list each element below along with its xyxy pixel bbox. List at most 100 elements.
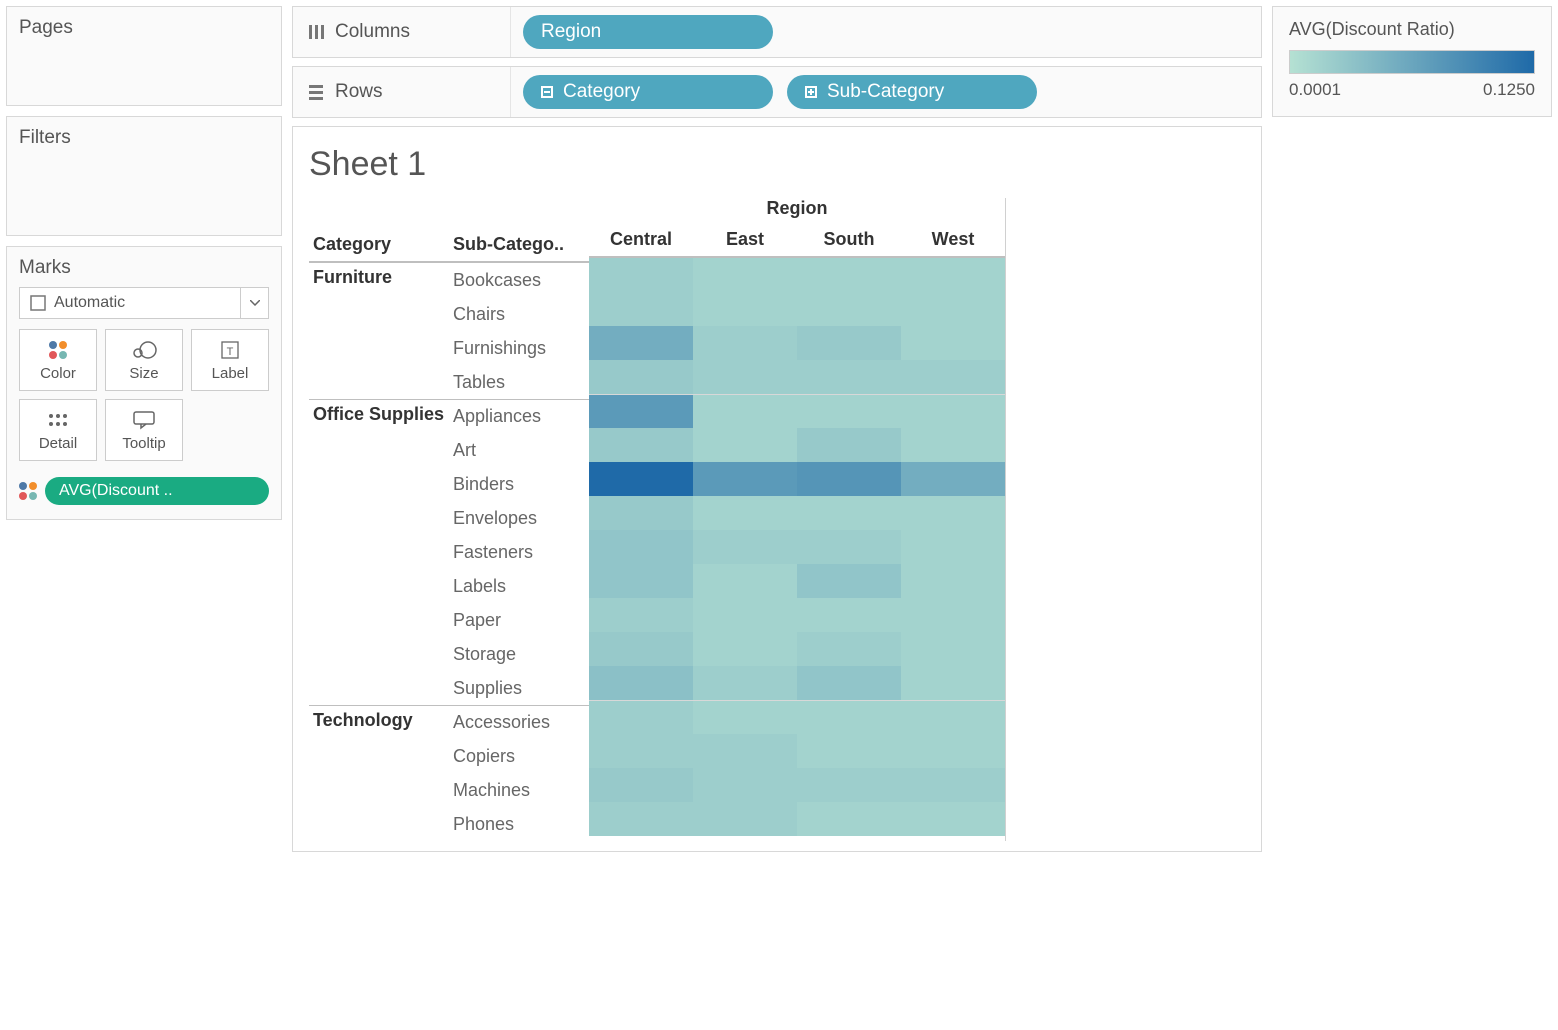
heat-cell[interactable]	[589, 632, 693, 666]
heat-cell[interactable]	[589, 700, 693, 734]
heat-cell[interactable]	[901, 292, 1005, 326]
category-label	[309, 535, 449, 569]
heat-cell[interactable]	[693, 462, 797, 496]
heat-cell[interactable]	[693, 564, 797, 598]
heat-cell[interactable]	[901, 598, 1005, 632]
mark-type-label: Automatic	[54, 294, 125, 312]
column-pill-region[interactable]: Region	[523, 15, 773, 49]
heat-cell[interactable]	[901, 530, 1005, 564]
heat-cell[interactable]	[693, 802, 797, 836]
heat-cell[interactable]	[797, 564, 901, 598]
heat-cell[interactable]	[693, 530, 797, 564]
marks-color-button[interactable]: Color	[19, 329, 97, 391]
heat-cell[interactable]	[693, 666, 797, 700]
heat-cell[interactable]	[797, 734, 901, 768]
category-label	[309, 637, 449, 671]
heat-cell[interactable]	[589, 292, 693, 326]
heat-cell[interactable]	[589, 496, 693, 530]
pages-shelf[interactable]: Pages	[6, 6, 282, 106]
heat-cell[interactable]	[589, 768, 693, 802]
heat-cell[interactable]	[589, 394, 693, 428]
rows-label: Rows	[335, 81, 383, 103]
heat-cell[interactable]	[797, 530, 901, 564]
heat-cell[interactable]	[693, 258, 797, 292]
heat-cell[interactable]	[589, 802, 693, 836]
region-column-central: Central	[589, 223, 693, 258]
heat-cell[interactable]	[901, 666, 1005, 700]
heat-cell[interactable]	[589, 326, 693, 360]
collapse-icon[interactable]	[541, 86, 553, 98]
heat-cell[interactable]	[589, 258, 693, 292]
heat-cell[interactable]	[797, 428, 901, 462]
heat-cell[interactable]	[901, 360, 1005, 394]
heat-cell[interactable]	[901, 496, 1005, 530]
color-legend[interactable]: AVG(Discount Ratio) 0.0001 0.1250	[1272, 6, 1552, 117]
category-label	[309, 433, 449, 467]
filters-shelf[interactable]: Filters	[6, 116, 282, 236]
heat-cell[interactable]	[901, 768, 1005, 802]
heat-cell[interactable]	[589, 360, 693, 394]
heat-cell[interactable]	[589, 462, 693, 496]
heat-cell[interactable]	[693, 734, 797, 768]
columns-shelf[interactable]: Columns Region	[292, 6, 1262, 58]
category-label: Office Supplies	[309, 399, 449, 433]
heat-cell[interactable]	[589, 598, 693, 632]
heat-cell[interactable]	[901, 462, 1005, 496]
expand-icon[interactable]	[805, 86, 817, 98]
heat-cell[interactable]	[901, 326, 1005, 360]
heat-cell[interactable]	[797, 598, 901, 632]
row-pill-category[interactable]: Category	[523, 75, 773, 109]
heat-cell[interactable]	[901, 802, 1005, 836]
heat-cell[interactable]	[797, 326, 901, 360]
heat-cell[interactable]	[693, 496, 797, 530]
marks-size-button[interactable]: Size	[105, 329, 183, 391]
heat-cell[interactable]	[901, 734, 1005, 768]
heat-cell[interactable]	[589, 564, 693, 598]
heat-cell[interactable]	[693, 360, 797, 394]
heat-cell[interactable]	[901, 564, 1005, 598]
heat-cell[interactable]	[797, 700, 901, 734]
heat-cell[interactable]	[797, 258, 901, 292]
heat-cell[interactable]	[901, 700, 1005, 734]
heat-cell[interactable]	[901, 258, 1005, 292]
category-label	[309, 671, 449, 705]
subcategory-label: Bookcases	[449, 263, 589, 297]
color-encoding-pill[interactable]: AVG(Discount ..	[45, 477, 269, 505]
heat-cell[interactable]	[693, 292, 797, 326]
heat-cell[interactable]	[589, 734, 693, 768]
marks-detail-button[interactable]: Detail	[19, 399, 97, 461]
heat-cell[interactable]	[693, 598, 797, 632]
mark-type-dropdown[interactable]: Automatic	[19, 287, 269, 319]
columns-icon	[307, 23, 325, 41]
row-pill-sub-category[interactable]: Sub-Category	[787, 75, 1037, 109]
heat-cell[interactable]	[797, 496, 901, 530]
marks-label-button[interactable]: T Label	[191, 329, 269, 391]
heat-cell[interactable]	[693, 700, 797, 734]
heat-cell[interactable]	[589, 530, 693, 564]
heat-cell[interactable]	[797, 360, 901, 394]
heat-cell[interactable]	[693, 394, 797, 428]
heat-cell[interactable]	[797, 802, 901, 836]
heat-cell[interactable]	[901, 394, 1005, 428]
category-label	[309, 603, 449, 637]
subcategory-label: Labels	[449, 569, 589, 603]
heat-cell[interactable]	[797, 394, 901, 428]
heat-cell[interactable]	[589, 428, 693, 462]
heat-cell[interactable]	[797, 632, 901, 666]
heat-cell[interactable]	[693, 326, 797, 360]
label-icon: T	[220, 339, 240, 361]
rows-shelf[interactable]: Rows Category Sub-Category	[292, 66, 1262, 118]
viz-canvas[interactable]: Sheet 1 CategorySub-Catego..FurnitureBoo…	[292, 126, 1262, 852]
heat-cell[interactable]	[693, 428, 797, 462]
heat-cell[interactable]	[901, 632, 1005, 666]
heat-cell[interactable]	[901, 428, 1005, 462]
category-label	[309, 501, 449, 535]
marks-tooltip-button[interactable]: Tooltip	[105, 399, 183, 461]
heat-cell[interactable]	[797, 292, 901, 326]
heat-cell[interactable]	[693, 768, 797, 802]
heat-cell[interactable]	[797, 666, 901, 700]
heat-cell[interactable]	[797, 768, 901, 802]
heat-cell[interactable]	[589, 666, 693, 700]
heat-cell[interactable]	[693, 632, 797, 666]
heat-cell[interactable]	[797, 462, 901, 496]
